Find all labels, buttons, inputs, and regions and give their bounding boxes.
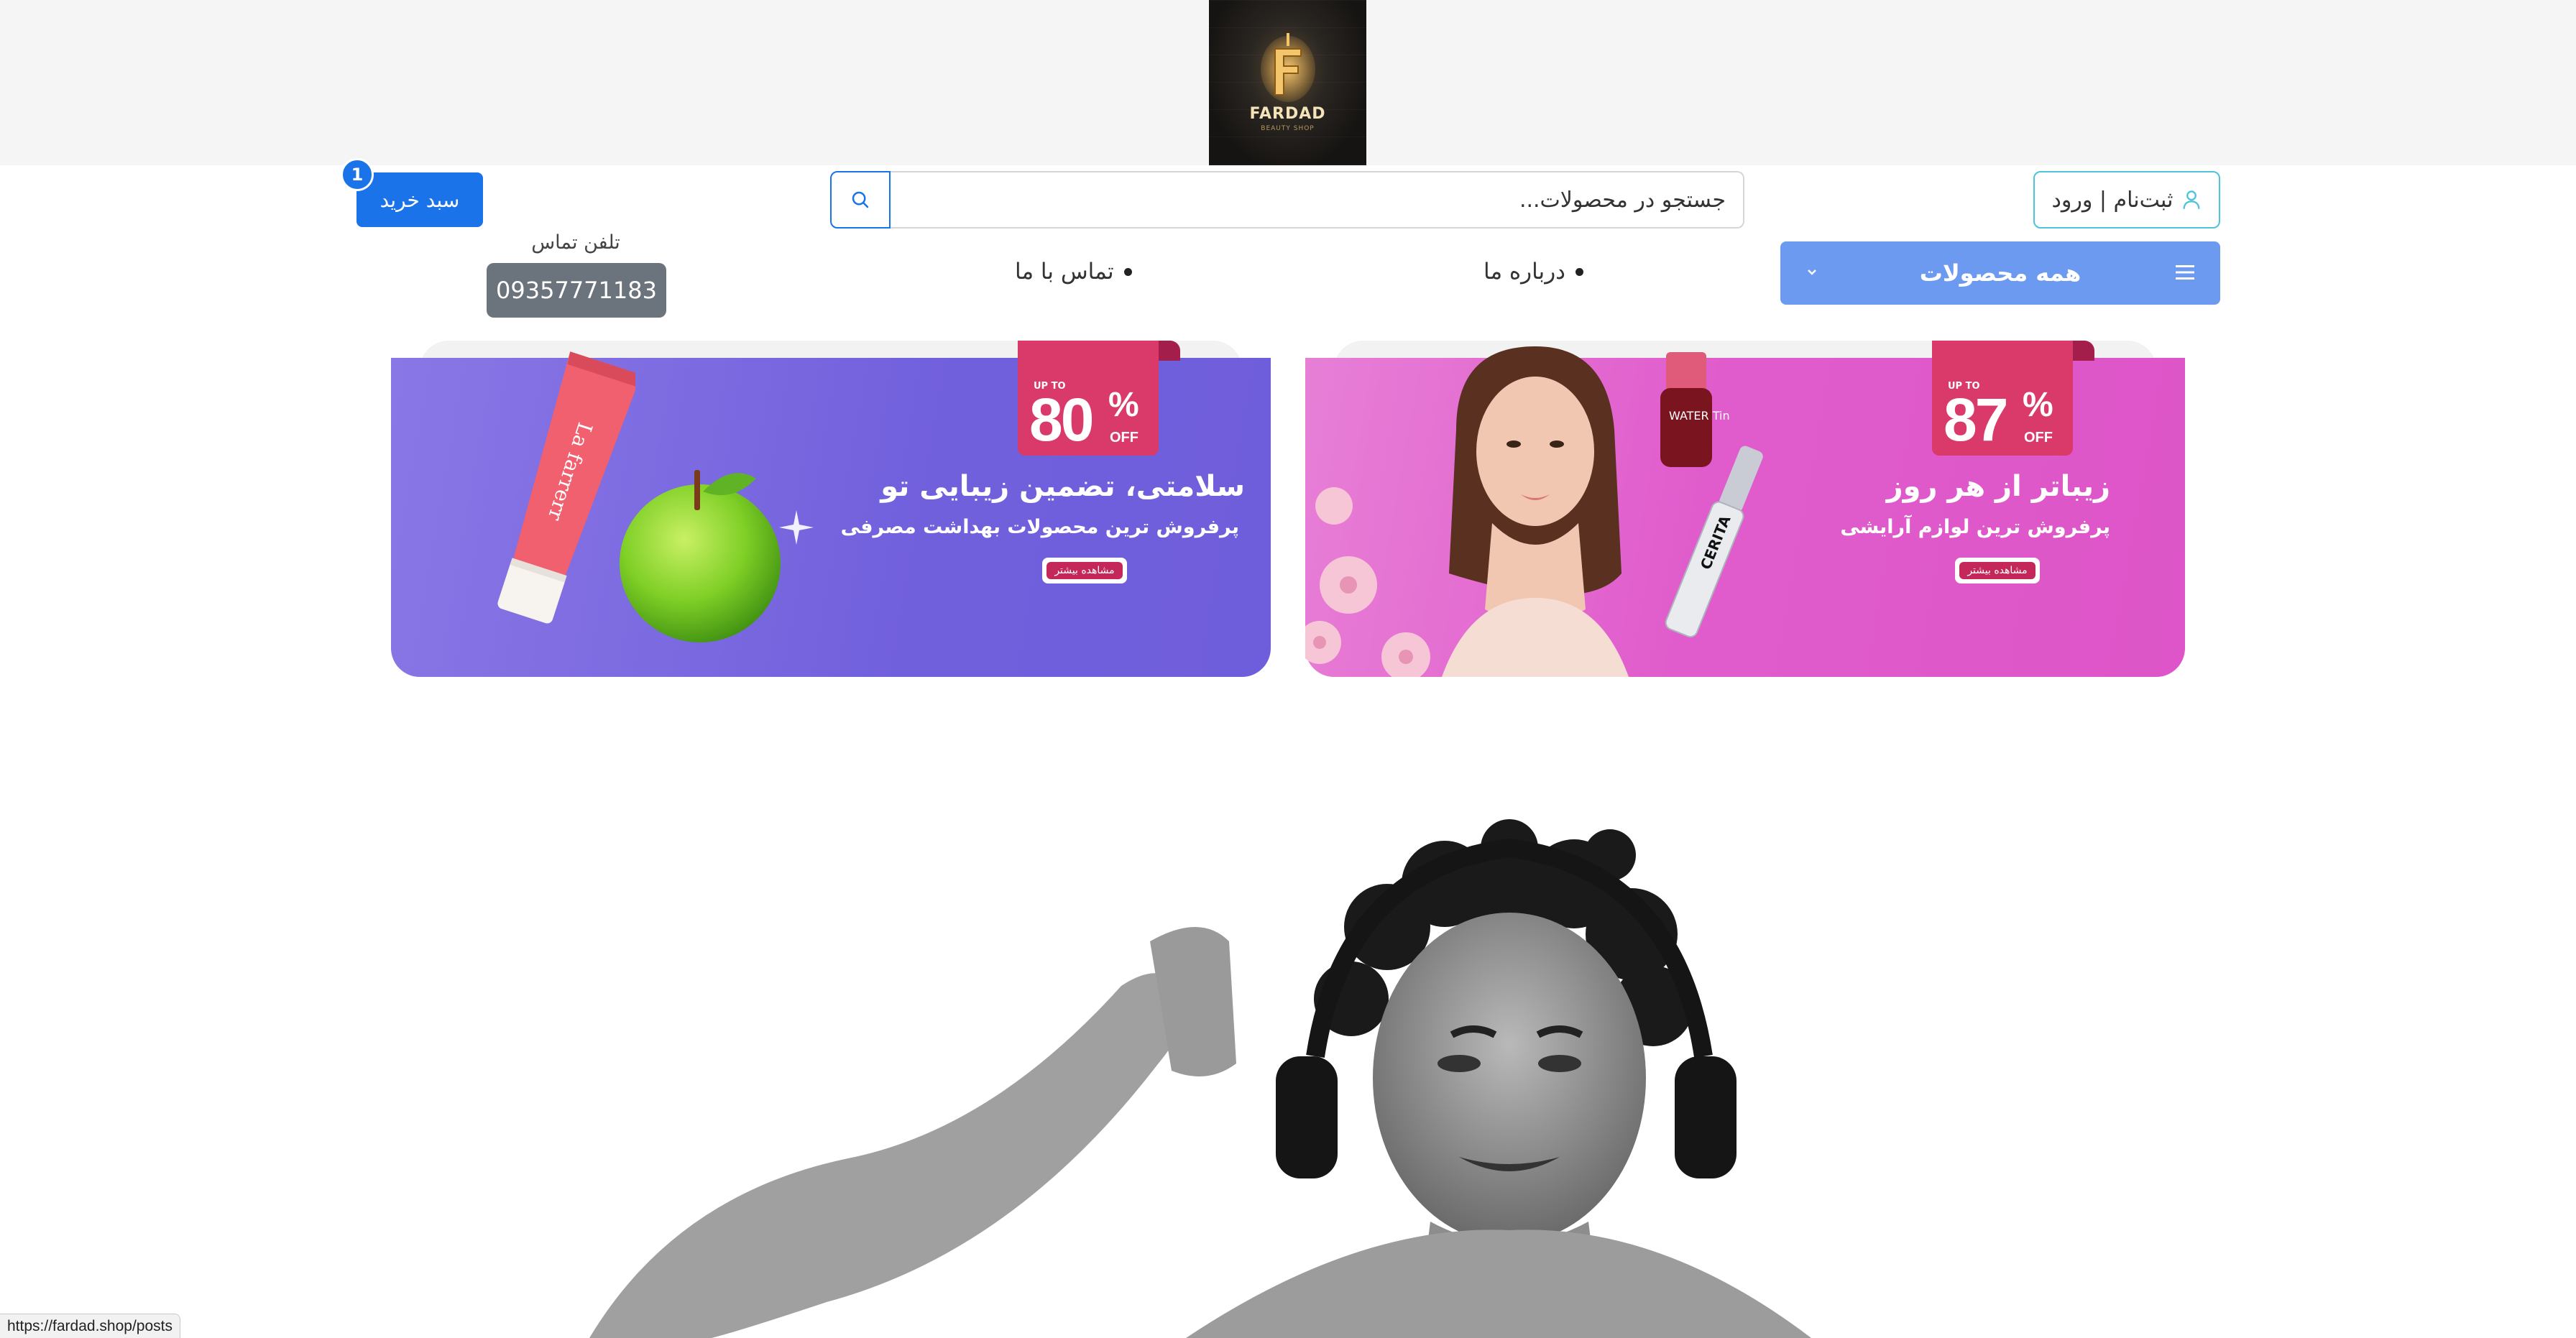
- login-register-label: ثبت‌نام | ورود: [2051, 187, 2174, 213]
- hero-image: [589, 819, 1811, 1338]
- banner-title: سلامتی، تضمین زیبایی تو: [880, 470, 1245, 503]
- chevron-down-icon: [1808, 269, 1816, 275]
- banner-subtitle: پرفروش ترین لوازم آرایشی: [1840, 516, 2110, 538]
- cart-button[interactable]: سبد خرید: [356, 172, 483, 227]
- discount-off: OFF: [2024, 430, 2053, 446]
- all-products-label: همه محصولات: [1919, 259, 2082, 287]
- site-logo[interactable]: FARDAD BEAUTY SHOP: [1209, 0, 1366, 165]
- search-input[interactable]: [891, 171, 1744, 229]
- apple-image: [620, 470, 814, 642]
- search-button[interactable]: [830, 171, 891, 229]
- phone-number[interactable]: 09357771183: [487, 263, 666, 318]
- cart-count-badge: 1: [341, 158, 374, 191]
- user-icon: [2183, 190, 2201, 209]
- lip-tint-label: WATER Tint: [1669, 409, 1729, 423]
- page: FARDAD BEAUTY SHOP سبد خرید 1 ثبت‌نام | …: [0, 0, 2576, 1338]
- see-more-label: مشاهده بیشتر: [1959, 562, 2036, 579]
- phone-label: تلفن تماس: [531, 231, 620, 254]
- banner-title: زیباتر از هر روز: [1886, 470, 2110, 503]
- bullet-icon: [1123, 267, 1132, 276]
- logo-subtext: BEAUTY SHOP: [1261, 125, 1315, 132]
- nav-link-about[interactable]: درباره ما: [1484, 259, 1583, 285]
- nav-link-label: تماس با ما: [1015, 259, 1114, 285]
- promo-banner-health[interactable]: La farrerr UP TO 80 % OFF سلامتی، تضمین …: [391, 341, 1271, 677]
- discount-value: 87: [1944, 386, 2008, 453]
- login-register-button[interactable]: ثبت‌نام | ورود: [2033, 171, 2220, 229]
- discount-tag: UP TO 80 % OFF: [1018, 341, 1180, 456]
- nav-link-label: درباره ما: [1484, 259, 1565, 285]
- discount-tag: UP TO 87 % OFF: [1932, 341, 2094, 456]
- logo-emblem-icon: [1261, 33, 1315, 102]
- see-more-button[interactable]: مشاهده بیشتر: [1955, 558, 2040, 583]
- discount-value: 80: [1029, 386, 1094, 453]
- status-bar-url: https://fardad.shop/posts: [0, 1314, 180, 1338]
- bullet-icon: [1575, 267, 1583, 276]
- see-more-label: مشاهده بیشتر: [1046, 562, 1123, 579]
- promo-banner-cosmetics[interactable]: WATER Tint CERITA UP TO 87 % OFF زیباتر …: [1305, 341, 2185, 677]
- discount-symbol: %: [2023, 386, 2053, 424]
- discount-off: OFF: [1110, 430, 1138, 446]
- all-products-menu[interactable]: همه محصولات: [1780, 241, 2220, 305]
- see-more-button[interactable]: مشاهده بیشتر: [1042, 558, 1127, 583]
- logo-text: FARDAD: [1249, 105, 1326, 123]
- search-bar: [830, 171, 1744, 229]
- search-icon: [852, 191, 869, 208]
- model-woman-image: [1442, 346, 1629, 677]
- nav-link-contact[interactable]: تماس با ما: [1015, 259, 1132, 285]
- discount-symbol: %: [1108, 386, 1139, 424]
- banner-subtitle: پرفروش ترین محصولات بهداشت مصرفی: [840, 516, 1239, 538]
- mascara-image: CERITA: [1665, 446, 1763, 638]
